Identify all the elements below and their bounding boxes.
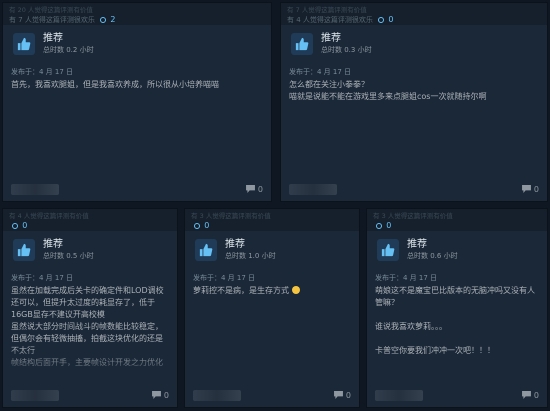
review-footer: 0 — [185, 383, 359, 407]
comment-icon — [151, 391, 161, 399]
helpful-count: 有 3 人觉得这篇评测有价值 — [191, 212, 271, 220]
review-body: 萌娘这不是魔宝巴比版本的无脑冲吗又没有人管嘛？ 谁说我喜欢萝莉。。。 卡普空你要… — [375, 286, 535, 355]
award-icon — [378, 17, 385, 23]
helpful-summary: 有 3 人觉得这篇评测有价值 0 — [367, 209, 547, 231]
review-body-text: 萝莉控不是病，是生存方式 — [193, 286, 289, 295]
recommendation-label: 推荐 — [43, 33, 63, 44]
award-count: 2 — [110, 15, 116, 24]
playtime-hours: 总时数 0.2 小时 — [43, 46, 94, 54]
comments-link[interactable]: 0 — [521, 184, 539, 194]
comment-icon — [521, 185, 531, 193]
funny-count: 有 7 人觉得这篇评测很欢乐 — [9, 16, 95, 24]
thumbs-up-icon — [13, 33, 35, 55]
playtime-hours: 总时数 0.5 小时 — [43, 252, 94, 260]
smile-emoji-icon — [291, 286, 300, 294]
comments-link[interactable]: 0 — [151, 390, 169, 400]
posted-date: 发布于：4 月 17 日 — [193, 274, 256, 282]
review-card[interactable]: 有 3 人觉得这篇评测有价值 0 推荐 总时数 0.6 小时 发布于：4 月 1… — [366, 208, 548, 408]
review-card[interactable]: 有 20 人觉得这篇评测有价值 有 7 人觉得这篇评测很欢乐 2 推荐 总时数 … — [2, 2, 272, 202]
recommendation-row: 推荐 总时数 0.2 小时 — [3, 25, 271, 59]
award-icon — [12, 223, 18, 229]
comment-count: 0 — [257, 184, 263, 194]
recommendation-row: 推荐 总时数 0.3 小时 — [281, 25, 547, 59]
author-avatar[interactable] — [289, 183, 337, 195]
helpful-summary: 有 3 人觉得这篇评测有价值 0 — [185, 209, 359, 231]
comment-icon — [521, 391, 531, 399]
review-footer: 0 — [3, 177, 271, 201]
review-footer: 0 — [281, 177, 547, 201]
comments-link[interactable]: 0 — [333, 390, 351, 400]
playtime-hours: 总时数 0.6 小时 — [407, 252, 458, 260]
recommendation-row: 推荐 总时数 1.0 小时 — [185, 231, 359, 265]
author-avatar[interactable] — [193, 389, 241, 401]
helpful-count: 有 20 人觉得这篇评测有价值 — [9, 6, 93, 14]
comment-icon — [333, 391, 343, 399]
recommendation-label: 推荐 — [321, 33, 341, 44]
comment-count: 0 — [533, 184, 539, 194]
recommendation-label: 推荐 — [43, 239, 63, 250]
review-body: 首先，我喜欢腿姐，但是我喜欢养成，所以很从小培养喵喵 — [11, 80, 219, 89]
recommendation-row: 推荐 总时数 0.5 小时 — [3, 231, 177, 265]
playtime-hours: 总时数 1.0 小时 — [225, 252, 276, 260]
comment-count: 0 — [533, 390, 539, 400]
comments-link[interactable]: 0 — [521, 390, 539, 400]
helpful-summary: 有 7 人觉得这篇评测有价值 有 4 人觉得这篇评测很欢乐 0 — [281, 3, 547, 25]
posted-date: 发布于：4 月 17 日 — [375, 274, 438, 282]
recommendation-row: 推荐 总时数 0.6 小时 — [367, 231, 547, 265]
playtime-hours: 总时数 0.3 小时 — [321, 46, 372, 54]
award-icon — [376, 223, 382, 229]
award-count: 0 — [22, 221, 28, 230]
review-footer: 0 — [3, 383, 177, 407]
thumbs-up-icon — [291, 33, 313, 55]
funny-count: 有 4 人觉得这篇评测很欢乐 — [287, 16, 373, 24]
helpful-summary: 有 20 人觉得这篇评测有价值 有 7 人觉得这篇评测很欢乐 2 — [3, 3, 271, 25]
award-count: 0 — [204, 221, 210, 230]
comments-link[interactable]: 0 — [245, 184, 263, 194]
thumbs-up-icon — [377, 239, 399, 261]
posted-date: 发布于：4 月 17 日 — [289, 68, 352, 76]
review-card[interactable]: 有 4 人觉得这篇评测有价值 0 推荐 总时数 0.5 小时 发布于：4 月 1… — [2, 208, 178, 408]
review-body: 萝莉控不是病，是生存方式 — [185, 285, 359, 297]
award-count: 0 — [388, 15, 394, 24]
author-avatar[interactable] — [11, 183, 59, 195]
review-body: 虽然在加载完成后关卡的确定件和LOD调校还可以，但提升太过度的耗显存了，低于16… — [11, 286, 164, 367]
review-footer: 0 — [367, 383, 547, 407]
award-icon — [194, 223, 200, 229]
author-avatar[interactable] — [11, 389, 59, 401]
recommendation-label: 推荐 — [225, 239, 245, 250]
helpful-summary: 有 4 人觉得这篇评测有价值 0 — [3, 209, 177, 231]
award-icon — [100, 17, 107, 23]
thumbs-up-icon — [13, 239, 35, 261]
posted-date: 发布于：4 月 17 日 — [11, 274, 74, 282]
comment-count: 0 — [345, 390, 351, 400]
recommendation-label: 推荐 — [407, 239, 427, 250]
award-count: 0 — [386, 221, 392, 230]
comment-icon — [245, 185, 255, 193]
review-body: 怎么都在关注小拳拳？ 喵就是说能不能在游戏里多来点腿姐cos一次就随持尔啊 — [289, 80, 487, 101]
helpful-count: 有 4 人觉得这篇评测有价值 — [9, 212, 89, 220]
author-avatar[interactable] — [375, 389, 423, 401]
helpful-count: 有 7 人觉得这篇评测有价值 — [287, 6, 367, 14]
posted-date: 发布于：4 月 17 日 — [11, 68, 74, 76]
comment-count: 0 — [163, 390, 169, 400]
thumbs-up-icon — [195, 239, 217, 261]
review-card[interactable]: 有 3 人觉得这篇评测有价值 0 推荐 总时数 1.0 小时 发布于：4 月 1… — [184, 208, 360, 408]
review-card[interactable]: 有 7 人觉得这篇评测有价值 有 4 人觉得这篇评测很欢乐 0 推荐 总时数 0… — [280, 2, 548, 202]
helpful-count: 有 3 人觉得这篇评测有价值 — [373, 212, 453, 220]
